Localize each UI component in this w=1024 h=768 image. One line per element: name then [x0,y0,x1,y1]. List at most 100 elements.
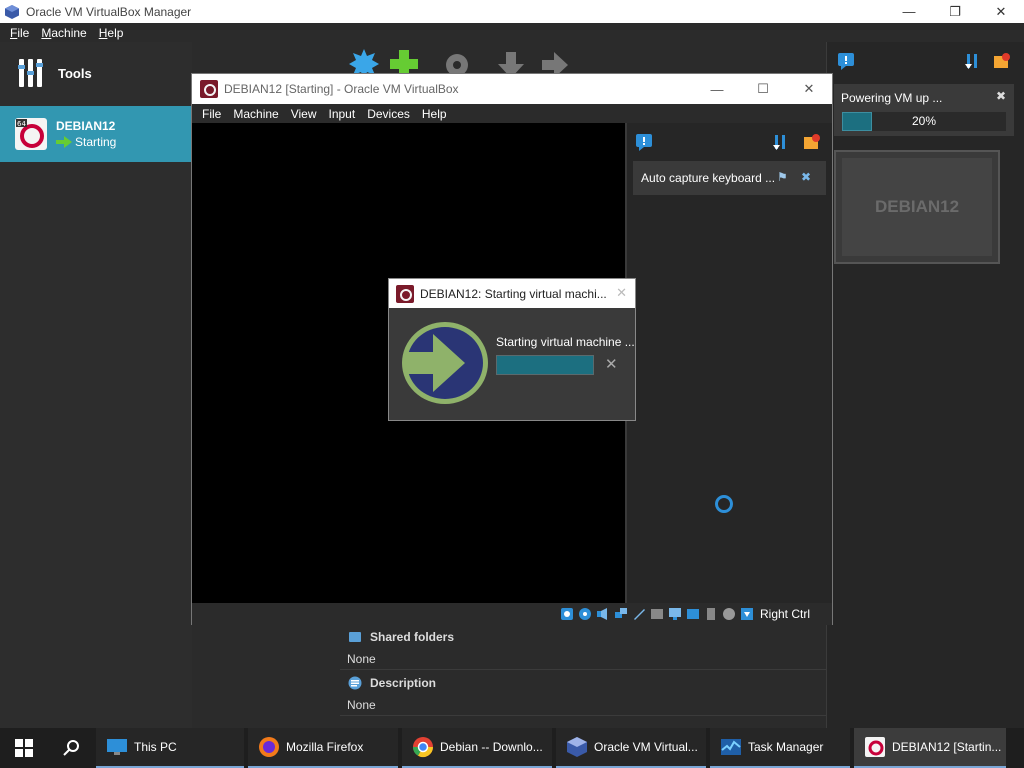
search-button[interactable] [48,728,96,768]
shared-folders-section: Shared folders None [340,626,826,670]
start-button[interactable] [0,728,48,768]
shared-folders-value: None [340,648,826,670]
dialog-progress-bar [496,355,594,375]
vm-close-button[interactable]: ✕ [786,74,832,104]
description-value: None [340,694,826,716]
keyboard-capture-icon[interactable] [740,607,754,621]
preview-vm-name: DEBIAN12 [874,197,960,216]
vm-minimize-button[interactable]: — [694,74,740,104]
minimize-button[interactable]: — [886,0,932,23]
taskbar-label: This PC [134,740,177,754]
vm-statusbar: Right Ctrl [192,603,832,625]
dialog-title: DEBIAN12: Starting virtual machi... [420,286,607,301]
monitor-icon [107,739,127,755]
vm-state-label: Starting [75,135,117,149]
maximize-button[interactable]: ❐ [932,0,978,23]
tools-icon [18,59,43,87]
cancel-icon[interactable]: ✕ [605,355,618,373]
start-arrow-icon [56,136,72,148]
taskbar-label: Oracle VM Virtual... [594,740,698,754]
display-icon[interactable] [668,607,682,621]
vm-title: DEBIAN12 [Starting] - Oracle VM VirtualB… [224,82,459,96]
vm-sort-icon[interactable] [773,133,789,151]
description-title[interactable]: Description [370,676,436,690]
close-button[interactable]: ✕ [978,0,1024,23]
manager-toolbar [340,42,830,79]
notification-close-icon[interactable]: ✖ [801,170,811,184]
vm-menu-view[interactable]: View [291,107,317,121]
auto-capture-message: Auto capture keyboard ... [641,171,776,185]
vm-name: DEBIAN12 [56,119,116,133]
vm-menubar: File Machine View Input Devices Help [192,104,832,123]
cpu-icon[interactable] [704,607,718,621]
powering-up-progress: 20% [842,112,1006,131]
taskbar-debian12-vm[interactable]: DEBIAN12 [Startin... [854,728,1006,768]
shared-folders-status-icon[interactable] [650,607,664,621]
tools-item[interactable]: Tools [0,48,192,98]
taskbar-virtualbox[interactable]: Oracle VM Virtual... [556,728,706,768]
menu-machine[interactable]: Machine [41,26,86,40]
vm-list-item-debian12[interactable]: 64 DEBIAN12 Starting [0,106,192,162]
vm-menu-input[interactable]: Input [329,107,356,121]
auto-capture-notification: Auto capture keyboard ... ⚑ ✖ [633,161,826,195]
taskbar-firefox[interactable]: Mozilla Firefox [248,728,398,768]
shared-folders-title[interactable]: Shared folders [370,630,454,644]
start-vm-arrow-icon [402,322,488,404]
hard-disk-icon[interactable] [560,607,574,621]
folder-icon [349,632,361,642]
vm-clear-notifications-icon[interactable] [803,133,821,151]
powering-up-message: Powering VM up ... [841,91,943,105]
mouse-integration-icon[interactable] [722,607,736,621]
loading-spinner-icon [715,495,733,513]
network-icon[interactable] [614,607,628,621]
notification-help-icon[interactable]: ⚑ [777,170,788,184]
taskbar-chrome[interactable]: Debian -- Downlo... [402,728,552,768]
manager-titlebar: Oracle VM VirtualBox Manager — ❐ ✕ [0,0,1024,23]
dialog-body: Starting virtual machine ... ✕ [389,308,635,420]
virtualbox-icon [567,737,587,757]
taskbar-label: Debian -- Downlo... [440,740,543,754]
virtualbox-icon [5,4,19,19]
vm-maximize-button[interactable]: ☐ [740,74,786,104]
taskbar-label: DEBIAN12 [Startin... [892,740,1002,754]
firefox-icon [259,737,279,757]
dialog-close-icon[interactable]: ✕ [616,285,627,301]
manager-title: Oracle VM VirtualBox Manager [26,4,192,19]
vm-notification-center: Auto capture keyboard ... ⚑ ✖ [625,123,832,603]
starting-vm-dialog: DEBIAN12: Starting virtual machi... ✕ St… [388,278,636,421]
dialog-debian-icon [396,284,414,303]
menu-file[interactable]: File [10,26,29,40]
manager-sidebar: Tools 64 DEBIAN12 Starting [0,42,192,728]
powering-up-notification: Powering VM up ... ✖ 20% [834,84,1014,136]
vm-menu-file[interactable]: File [202,107,221,121]
recording-icon[interactable] [686,607,700,621]
vm-notification-icon[interactable] [635,133,653,151]
debian-icon [865,737,885,757]
vm-details: Shared folders None Description None [340,626,826,728]
sort-icon[interactable] [965,52,981,70]
windows-icon [15,739,33,757]
manager-notification-center [826,42,1024,728]
close-notification-icon[interactable]: ✖ [996,89,1006,103]
description-section: Description None [340,672,826,716]
host-key-label: Right Ctrl [759,607,810,621]
clear-notifications-icon[interactable] [993,52,1011,70]
menu-help[interactable]: Help [99,26,124,40]
vm-preview: DEBIAN12 [834,150,1000,264]
optical-drive-icon[interactable] [578,607,592,621]
vm-menu-help[interactable]: Help [422,107,447,121]
tools-label: Tools [58,65,92,81]
notification-icon[interactable] [837,52,855,70]
taskbar-this-pc[interactable]: This PC [96,728,244,768]
dialog-titlebar: DEBIAN12: Starting virtual machi... ✕ [389,279,635,308]
taskbar-task-manager[interactable]: Task Manager [710,728,850,768]
powering-up-percent: 20% [911,114,937,128]
vm-titlebar: DEBIAN12 [Starting] - Oracle VM VirtualB… [192,74,832,104]
taskbar-label: Mozilla Firefox [286,740,364,754]
usb-icon[interactable] [632,607,646,621]
debian-icon [200,80,218,98]
audio-icon[interactable] [596,607,610,621]
debian-64-icon: 64 [15,118,47,150]
vm-menu-machine[interactable]: Machine [233,107,278,121]
vm-menu-devices[interactable]: Devices [367,107,410,121]
